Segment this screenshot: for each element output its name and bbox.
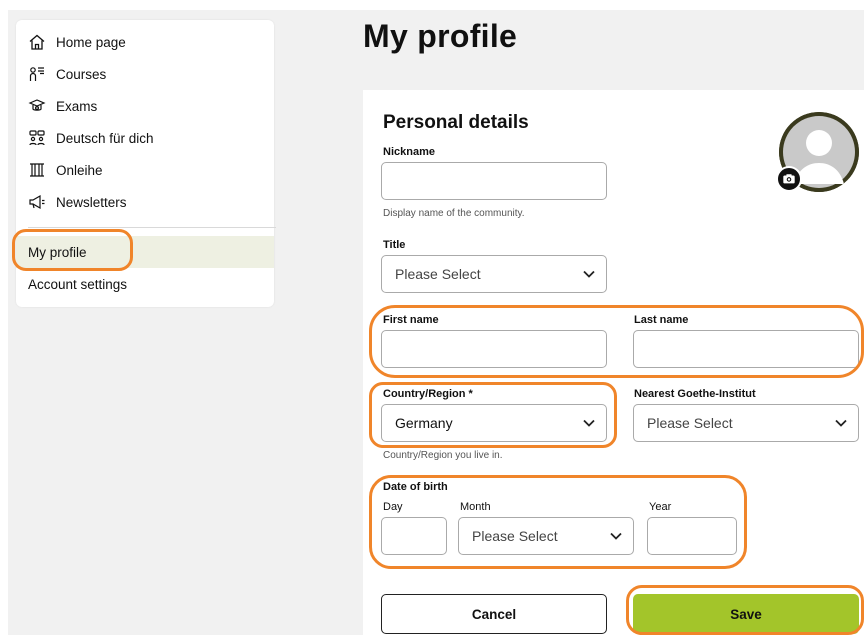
day-input[interactable] [381,517,447,555]
first-name-label: First name [383,314,439,326]
nickname-help: Display name of the community. [383,208,525,219]
sidebar-item-label: Onleihe [56,162,103,178]
card-title: Personal details [383,112,529,133]
page-title: My profile [363,18,518,54]
nickname-input[interactable] [381,162,607,200]
last-name-label: Last name [634,314,689,326]
camera-icon [783,174,795,184]
sidebar-divider [28,227,276,228]
courses-icon [28,65,46,83]
megaphone-icon [28,193,46,211]
sidebar-item-label: Home page [56,34,126,50]
institut-select[interactable]: Please Select [633,404,859,442]
chevron-down-icon [835,419,847,427]
sidebar-item-label: Exams [56,98,98,114]
sidebar-item-exams[interactable]: Exams [28,94,97,118]
country-help: Country/Region you live in. [383,450,503,461]
top-strip [0,0,864,10]
sidebar-item-label: Newsletters [56,194,127,210]
title-label: Title [383,239,406,251]
first-name-input[interactable] [381,330,607,368]
month-select[interactable]: Please Select [458,517,634,555]
country-select[interactable]: Germany [381,404,607,442]
title-select[interactable]: Please Select [381,255,607,293]
month-label: Month [460,501,491,513]
sidebar-item-label: Courses [56,66,107,82]
exams-icon [28,97,46,115]
sidebar-item-newsletters[interactable]: Newsletters [28,190,127,214]
sidebar-item-account-settings[interactable]: Account settings [28,274,127,294]
cancel-button[interactable]: Cancel [381,594,607,634]
sidebar-item-home[interactable]: Home page [28,30,126,54]
change-photo-button[interactable] [776,166,802,192]
chevron-down-icon [610,532,622,540]
last-name-input[interactable] [633,330,859,368]
sidebar-item-onleihe[interactable]: Onleihe [28,158,103,182]
chevron-down-icon [583,419,595,427]
dob-label: Date of birth [383,481,448,493]
institut-label: Nearest Goethe-Institut [634,388,756,400]
country-select-value: Germany [395,415,453,431]
sidebar-item-my-profile[interactable]: My profile [16,236,274,268]
year-input[interactable] [647,517,737,555]
institut-select-value: Please Select [647,415,733,431]
personal-details-card: Personal details Nickname Display name o… [363,90,864,635]
chevron-down-icon [583,270,595,278]
community-icon [28,129,46,147]
library-icon [28,161,46,179]
save-button[interactable]: Save [633,594,859,634]
sidebar: Home page Courses Exams Deutsch für dich… [16,20,276,307]
month-select-value: Please Select [472,528,558,544]
nickname-label: Nickname [383,146,435,158]
home-icon [28,33,46,51]
sidebar-item-courses[interactable]: Courses [28,62,106,86]
left-strip [0,0,8,635]
day-label: Day [383,501,403,513]
sidebar-item-deutsch-fur-dich[interactable]: Deutsch für dich [28,126,154,150]
year-label: Year [649,501,672,513]
title-select-value: Please Select [395,266,481,282]
country-label: Country/Region * [383,388,473,400]
sidebar-item-label: Deutsch für dich [56,130,154,146]
